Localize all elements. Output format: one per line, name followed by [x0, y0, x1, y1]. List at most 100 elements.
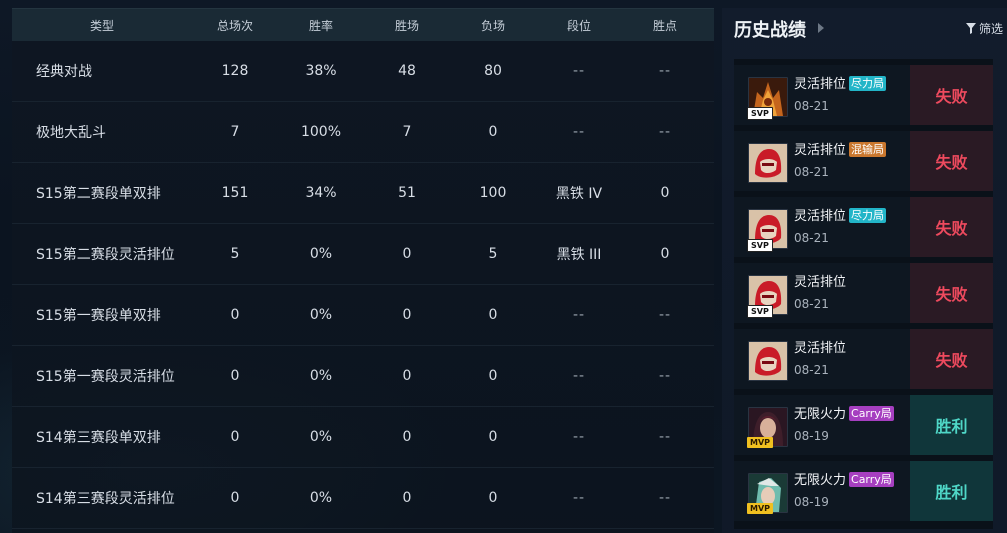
match-mode: 无限火力 Carry局 — [794, 469, 894, 488]
stats-row[interactable]: S15第一赛段灵活排位 0 0% 0 0 -- -- — [12, 346, 714, 407]
match-mode-label: 灵活排位 — [794, 341, 847, 356]
cell-wins: 7 — [402, 124, 412, 140]
match-date: 08-21 — [794, 231, 829, 245]
header-wins: 胜场 — [394, 18, 419, 33]
cell-league-points: -- — [658, 307, 672, 323]
cell-losses: 0 — [488, 124, 498, 140]
cell-rank: 黑铁 IV — [555, 186, 603, 202]
cell-losses: 0 — [488, 429, 498, 445]
cell-league-points: 0 — [660, 185, 670, 201]
match-mode-label: 无限火力 — [794, 407, 847, 422]
match-result: 失败 — [910, 197, 993, 257]
match-card[interactable]: MVP 无限火力 Carry局 08-19 胜利 — [734, 395, 993, 455]
cell-league-points: -- — [658, 63, 672, 79]
match-summary: SVP 灵活排位 尽力局 08-21 — [734, 197, 910, 257]
match-result: 胜利 — [910, 395, 993, 455]
match-card[interactable]: 灵活排位 混输局 08-21 失败 — [734, 131, 993, 191]
funnel-icon — [965, 23, 976, 34]
filter-button[interactable]: 筛选 — [965, 20, 1003, 37]
cell-type: 极地大乱斗 — [36, 125, 106, 141]
match-mode: 无限火力 Carry局 — [794, 403, 894, 422]
ranked-stats-panel: 类型 总场次 胜率 胜场 负场 段位 胜点 经典对战 128 38% 48 80 -- --… — [12, 8, 714, 533]
cell-wins: 0 — [402, 368, 412, 384]
cell-losses: 0 — [488, 490, 498, 506]
header-type: 类型 — [89, 18, 114, 33]
match-mode: 灵活排位 — [794, 271, 846, 290]
cell-league-points: 0 — [660, 246, 670, 262]
mvp-badge: MVP — [747, 437, 774, 448]
match-mode-label: 灵活排位 — [794, 143, 847, 158]
match-list: SVP 灵活排位 尽力局 08-21 失败 灵活排位 混输局 08-21 失败 SVP 灵活排位 尽力… — [734, 59, 993, 529]
cell-total-games: 0 — [230, 490, 240, 506]
cell-type: S15第二赛段单双排 — [36, 186, 161, 202]
cell-league-points: -- — [658, 490, 672, 506]
mvp-badge: MVP — [747, 503, 774, 514]
cell-rank: -- — [572, 63, 586, 79]
stats-row[interactable]: 经典对战 128 38% 48 80 -- -- — [12, 41, 714, 102]
cell-wins: 51 — [398, 185, 416, 201]
stats-row[interactable]: S14第三赛段灵活排位 0 0% 0 0 -- -- — [12, 468, 714, 529]
cell-type: S14第三赛段灵活排位 — [36, 491, 175, 507]
match-result: 失败 — [910, 329, 993, 389]
cell-winrate: 0% — [309, 429, 333, 445]
stats-row[interactable]: 极地大乱斗 7 100% 7 0 -- -- — [12, 102, 714, 163]
match-card[interactable]: SVP 灵活排位 08-21 失败 — [734, 263, 993, 323]
performance-tag: 尽力局 — [849, 208, 887, 223]
stats-row[interactable]: S15第二赛段灵活排位 5 0% 0 5 黑铁 III 0 — [12, 224, 714, 285]
match-card[interactable]: SVP 灵活排位 尽力局 08-21 失败 — [734, 197, 993, 257]
cell-rank: -- — [572, 490, 586, 506]
stats-row[interactable]: S15第一赛段单双排 0 0% 0 0 -- -- — [12, 285, 714, 346]
cell-losses: 100 — [479, 185, 507, 201]
match-result: 胜利 — [910, 461, 993, 521]
cell-winrate: 0% — [309, 307, 333, 323]
cell-winrate: 0% — [309, 490, 333, 506]
chevron-right-icon[interactable] — [818, 23, 824, 33]
match-mode: 灵活排位 — [794, 337, 846, 356]
cell-league-points: -- — [658, 368, 672, 384]
cell-league-points: -- — [658, 124, 672, 140]
performance-tag: 混输局 — [849, 142, 887, 157]
cell-league-points: -- — [658, 429, 672, 445]
filter-label: 筛选 — [978, 22, 1003, 36]
svp-badge: SVP — [747, 305, 773, 318]
header-league-points: 胜点 — [652, 18, 677, 33]
match-date: 08-21 — [794, 363, 829, 377]
performance-tag: Carry局 — [849, 472, 894, 487]
cell-rank: -- — [572, 124, 586, 140]
match-result: 失败 — [910, 131, 993, 191]
header-rank: 段位 — [566, 18, 591, 33]
cell-total-games: 0 — [230, 429, 240, 445]
match-summary: 灵活排位 混输局 08-21 — [734, 131, 910, 191]
stats-row[interactable]: S14第三赛段单双排 0 0% 0 0 -- -- — [12, 407, 714, 468]
match-date: 08-19 — [794, 429, 829, 443]
match-card[interactable]: SVP 灵活排位 尽力局 08-21 失败 — [734, 65, 993, 125]
match-mode: 灵活排位 尽力局 — [794, 205, 887, 224]
champion-red-mask-icon — [748, 341, 788, 381]
match-mode-label: 灵活排位 — [794, 209, 847, 224]
cell-rank: -- — [572, 429, 586, 445]
cell-wins: 0 — [402, 246, 412, 262]
performance-tag: 尽力局 — [849, 76, 887, 91]
cell-type: 经典对战 — [36, 64, 92, 80]
match-summary: SVP 灵活排位 尽力局 08-21 — [734, 65, 910, 125]
cell-winrate: 100% — [300, 124, 342, 140]
cell-winrate: 0% — [309, 368, 333, 384]
match-summary: 灵活排位 08-21 — [734, 329, 910, 389]
cell-winrate: 34% — [305, 185, 337, 201]
cell-total-games: 5 — [230, 246, 240, 262]
match-card[interactable]: MVP 无限火力 Carry局 08-19 胜利 — [734, 461, 993, 521]
match-card[interactable]: 灵活排位 08-21 失败 — [734, 329, 993, 389]
stats-table-header: 类型 总场次 胜率 胜场 负场 段位 胜点 — [12, 8, 714, 41]
cell-wins: 0 — [402, 429, 412, 445]
cell-wins: 0 — [402, 490, 412, 506]
cell-losses: 80 — [484, 63, 502, 79]
cell-losses: 5 — [488, 246, 498, 262]
cell-total-games: 0 — [230, 307, 240, 323]
cell-winrate: 38% — [305, 63, 337, 79]
cell-rank: -- — [572, 307, 586, 323]
performance-tag: Carry局 — [849, 406, 894, 421]
match-result: 失败 — [910, 263, 993, 323]
champion-red-mask-icon — [748, 143, 788, 183]
cell-type: S15第一赛段单双排 — [36, 308, 161, 324]
stats-row[interactable]: S15第二赛段单双排 151 34% 51 100 黑铁 IV 0 — [12, 163, 714, 224]
